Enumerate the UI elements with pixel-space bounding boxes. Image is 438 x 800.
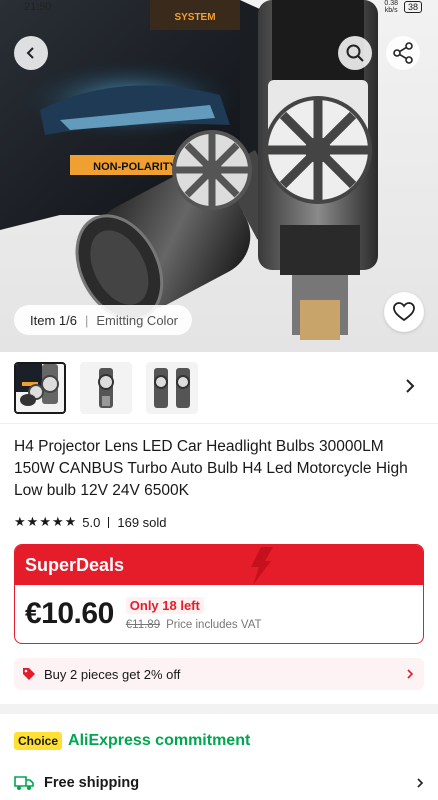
thumbnail[interactable] [14, 361, 66, 414]
thumbnail[interactable] [146, 361, 198, 414]
sold-count: 169 sold [117, 514, 167, 530]
star-icon: ★ [39, 514, 51, 529]
thumbnail[interactable] [80, 361, 132, 414]
current-price: €10.60 [25, 597, 114, 630]
star-icon: ★ [26, 514, 39, 529]
search-button[interactable] [338, 36, 372, 70]
battery-indicator: 38 [403, 1, 422, 13]
superdeals-header: SuperDeals [15, 545, 423, 585]
superdeals-body: €10.60 Only 18 left €11.89 Price include… [15, 585, 423, 643]
thumbnail-image [98, 367, 114, 408]
heart-icon [393, 302, 415, 322]
bundle-promo[interactable]: Buy 2 pieces get 2% off [14, 658, 424, 690]
superdeals-card: SuperDeals €10.60 Only 18 left €11.89 Pr… [14, 544, 424, 644]
share-icon [393, 42, 413, 64]
vat-note: Price includes VAT [166, 619, 262, 631]
price-details: Only 18 left €11.89 Price includes VAT [125, 597, 262, 631]
section-divider [0, 704, 438, 714]
commitment-title: AliExpress commitment [68, 732, 251, 749]
free-shipping-label: Free shipping [44, 775, 140, 791]
gallery-counter: Item 1/6 [30, 312, 77, 328]
thumbnail-strip [0, 352, 438, 424]
product-gallery[interactable]: SYSTEM NON-POLARITY 21:50 0.38 kb/s 38 I… [0, 0, 438, 352]
price-sub: €11.89 Price includes VAT [126, 619, 262, 631]
product-title: H4 Projector Lens LED Car Headlight Bulb… [14, 438, 408, 499]
search-icon [346, 44, 364, 62]
rating-value: 5.0 [82, 514, 101, 530]
free-shipping-row[interactable]: Free shipping [14, 768, 424, 798]
chevron-right-icon [417, 778, 424, 788]
gallery-position-pill: Item 1/6 | Emitting Color [14, 305, 192, 335]
product-main-image: SYSTEM NON-POLARITY [0, 0, 378, 340]
box-label: NON-POLARITY [93, 161, 177, 173]
rating-separator [108, 516, 110, 528]
chevron-right-icon [407, 669, 414, 679]
star-rating: ★ ★ ★ ★ ★ [14, 514, 76, 530]
status-bar: 21:50 0.38 kb/s 38 [0, 0, 438, 14]
pill-separator: | [84, 312, 89, 328]
superdeals-label: SuperDeals [25, 554, 125, 575]
choice-badge: Choice [14, 732, 63, 750]
star-icon: ★ [64, 514, 77, 529]
commitment-section: Choice AliExpress commitment Free shippi… [0, 714, 438, 800]
commitment-header: Choice AliExpress commitment [14, 714, 424, 768]
chevron-right-icon[interactable] [404, 378, 416, 394]
network-speed: 0.38 kb/s [384, 0, 398, 14]
stock-badge: Only 18 left [125, 597, 204, 614]
thumbnail-image [16, 363, 59, 406]
variant-label[interactable]: Emitting Color [96, 313, 178, 328]
star-icon: ★ [51, 514, 64, 529]
thumbnail-image [154, 367, 190, 408]
rating-row[interactable]: ★ ★ ★ ★ ★ 5.0 169 sold [0, 502, 438, 530]
status-time: 21:50 [24, 1, 52, 13]
truck-icon [14, 776, 34, 790]
back-icon [26, 47, 34, 59]
back-button[interactable] [14, 36, 48, 70]
wishlist-button[interactable] [384, 292, 424, 332]
star-icon: ★ [14, 514, 26, 529]
share-button[interactable] [386, 36, 420, 70]
lightning-icon [251, 547, 273, 585]
promo-text: Buy 2 pieces get 2% off [44, 666, 181, 682]
tag-icon [23, 668, 35, 680]
original-price: €11.89 [125, 619, 161, 631]
